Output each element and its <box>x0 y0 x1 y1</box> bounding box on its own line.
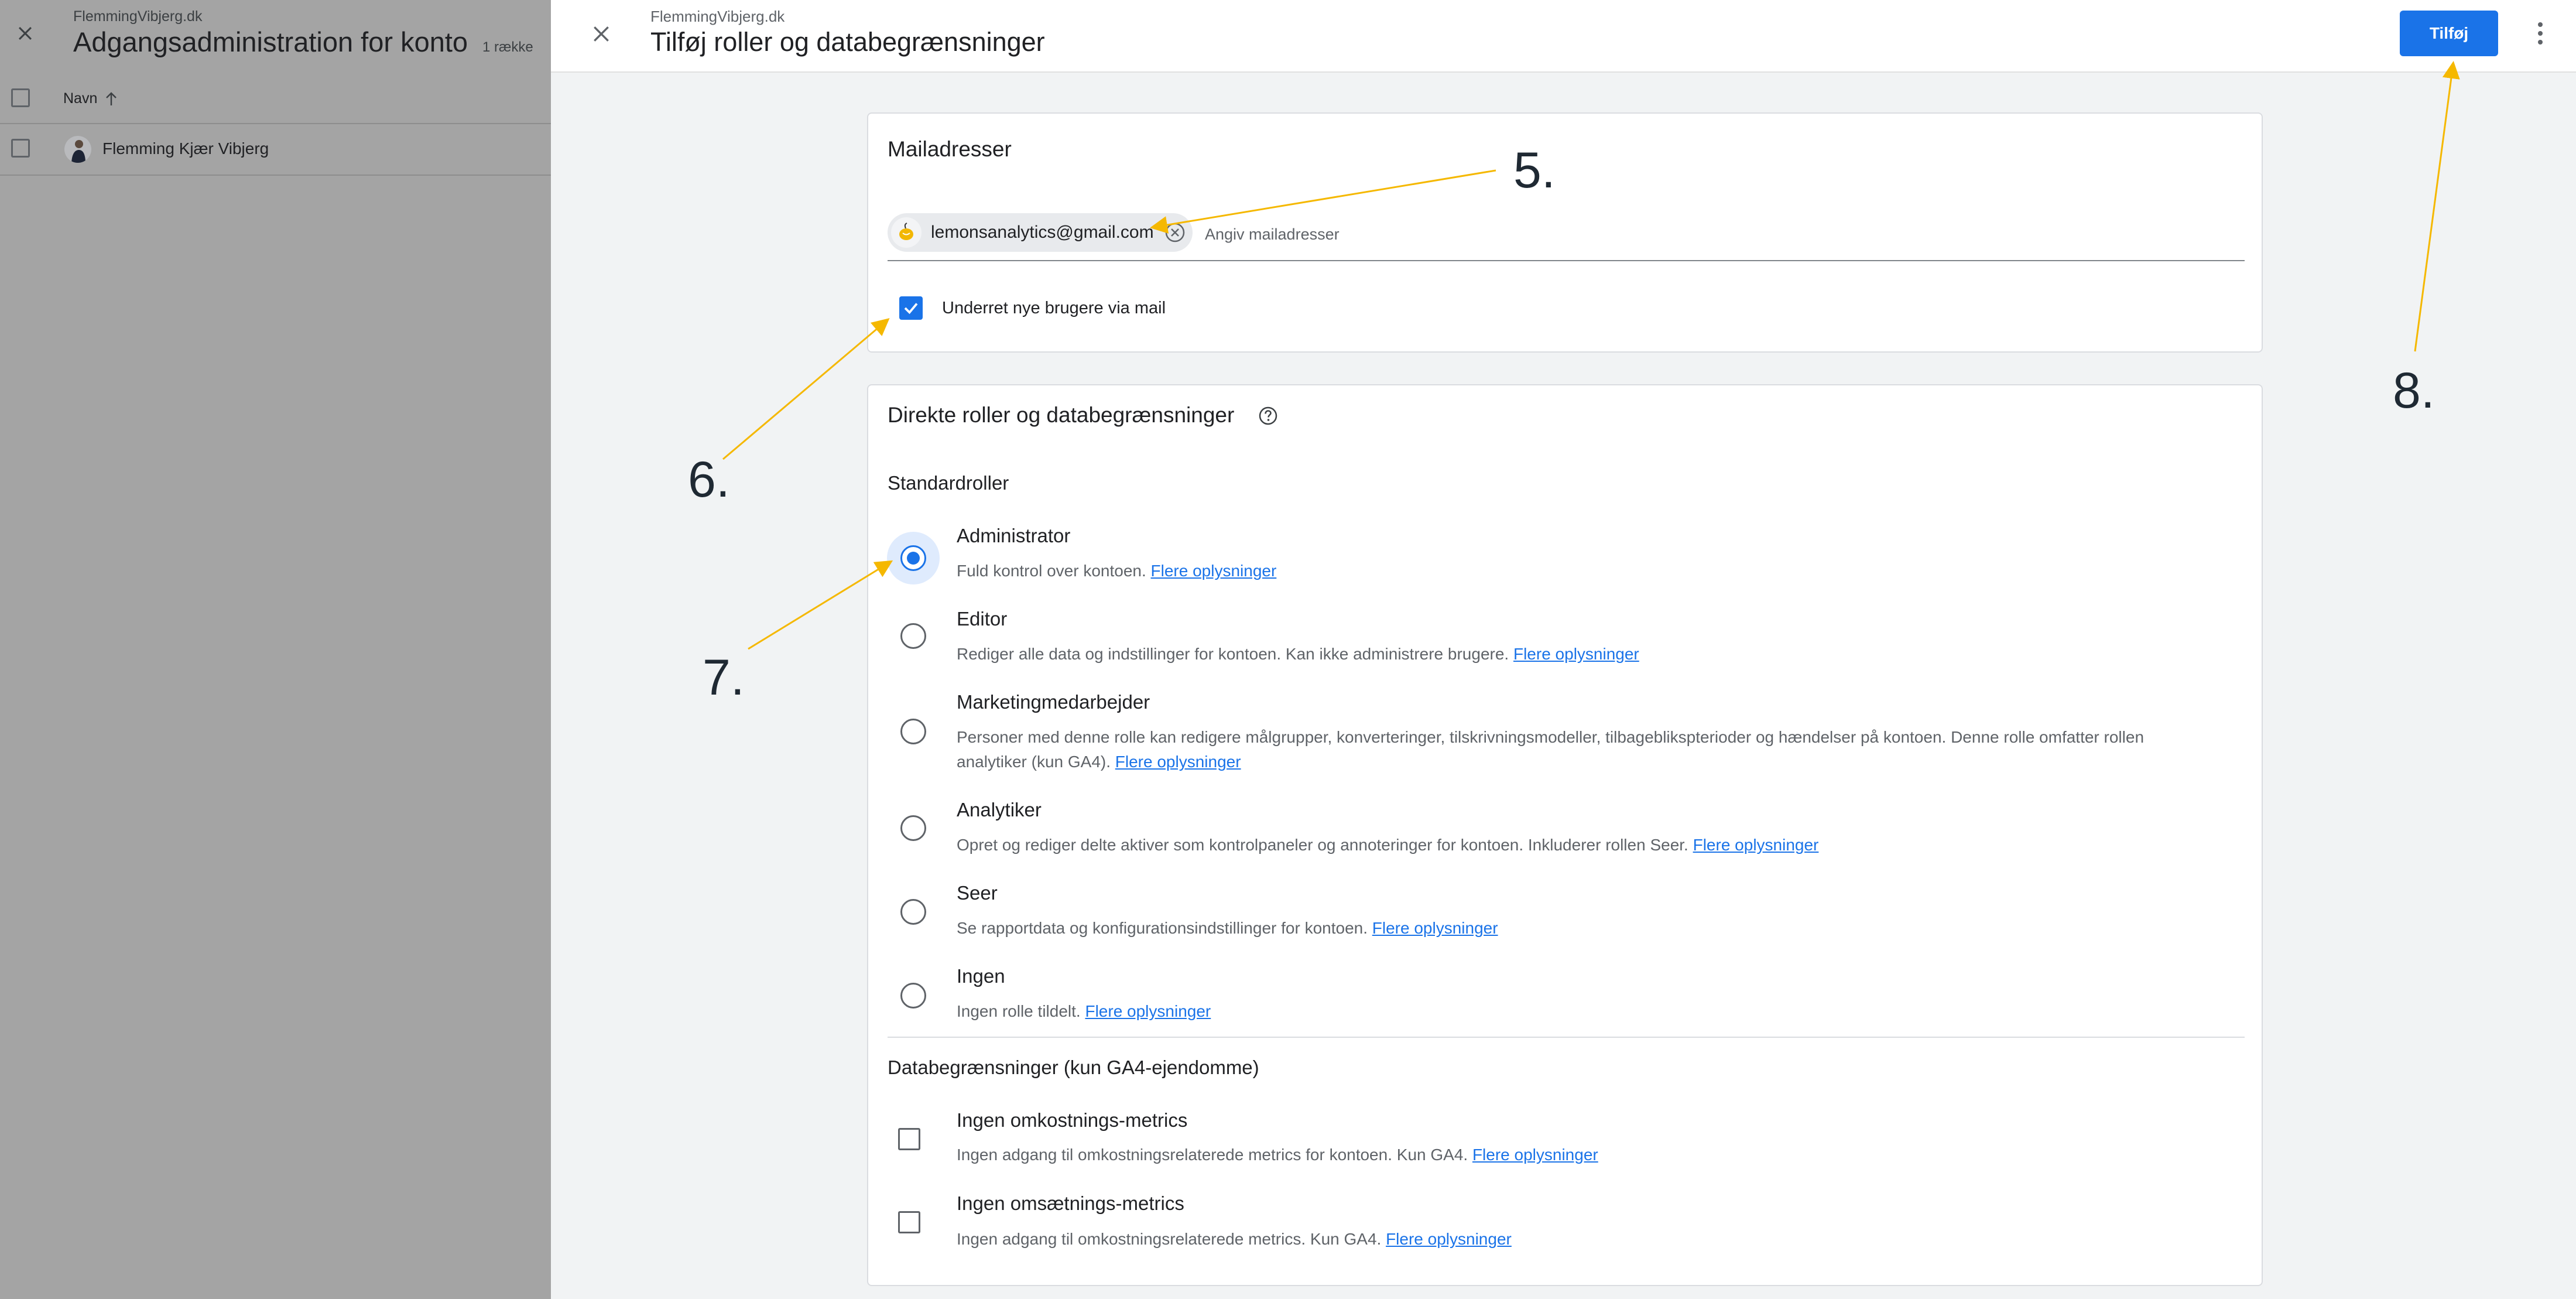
close-icon[interactable] <box>590 22 613 46</box>
radio-viewer[interactable] <box>900 899 926 925</box>
email-card: Mailadresser lemonsanalytics@gmail.com A… <box>867 112 2263 353</box>
no-cost-metrics-checkbox[interactable] <box>898 1128 920 1150</box>
notify-users-checkbox[interactable] <box>899 296 923 320</box>
background-page: FlemmingVibjerg.dk Adgangsadministration… <box>0 0 551 1299</box>
learn-more-link[interactable]: Flere oplysninger <box>1472 1146 1598 1164</box>
restriction-description-text: Ingen adgang til omkostningsrelaterede m… <box>957 1146 1468 1164</box>
restriction-description-text: Ingen adgang til omkostningsrelaterede m… <box>957 1230 1382 1248</box>
panel-title: Tilføj roller og databegrænsninger <box>650 27 1045 57</box>
page-title-text: Adgangsadministration for konto <box>73 26 468 57</box>
roles-section-title: Direkte roller og databegrænsninger <box>888 403 1235 427</box>
role-title-viewer: Seer <box>957 882 998 904</box>
role-description-text: Opret og rediger delte aktiver som kontr… <box>957 836 1688 854</box>
radio-marketer[interactable] <box>900 719 926 744</box>
learn-more-link[interactable]: Flere oplysninger <box>1115 753 1241 771</box>
learn-more-link[interactable]: Flere oplysninger <box>1151 562 1277 580</box>
check-icon <box>904 303 918 315</box>
account-name: FlemmingVibjerg.dk <box>650 8 785 25</box>
panel-header: FlemmingVibjerg.dk Tilføj roller og data… <box>551 0 2576 73</box>
role-description-text: Se rapportdata og konfigurationsindstill… <box>957 919 1368 937</box>
role-title-administrator: Administrator <box>957 525 1071 546</box>
select-all-checkbox[interactable] <box>11 88 30 107</box>
annotation-step-5: 5. <box>1513 142 1556 199</box>
more-vert-icon[interactable] <box>2533 19 2547 48</box>
row-checkbox[interactable] <box>11 139 30 158</box>
remove-chip-icon[interactable] <box>1163 221 1187 244</box>
learn-more-link[interactable]: Flere oplysninger <box>1693 836 1819 854</box>
restriction-title-cost: Ingen omkostnings-metrics <box>957 1109 1188 1131</box>
learn-more-link[interactable]: Flere oplysninger <box>1513 645 1639 663</box>
role-description-none: Ingen rolle tildelt. Flere oplysninger <box>957 999 2215 1024</box>
role-title-analyst: Analytiker <box>957 799 1042 821</box>
role-description-text: Rediger alle data og indstillinger for k… <box>957 645 1509 663</box>
column-header-label: Navn <box>63 90 98 107</box>
role-description-viewer: Se rapportdata og konfigurationsindstill… <box>957 916 2215 941</box>
role-title-editor: Editor <box>957 608 1008 630</box>
role-title-none: Ingen <box>957 965 1005 987</box>
email-chip[interactable]: lemonsanalytics@gmail.com <box>888 213 1193 252</box>
learn-more-link[interactable]: Flere oplysninger <box>1085 1002 1211 1020</box>
role-title-marketer: Marketingmedarbejder <box>957 691 1150 713</box>
restriction-title-revenue: Ingen omsætnings-metrics <box>957 1192 1184 1214</box>
email-section-title: Mailadresser <box>888 137 1012 161</box>
radio-analyst[interactable] <box>900 815 926 841</box>
role-description-administrator: Fuld kontrol over kontoen. Flere oplysni… <box>957 559 2215 583</box>
restriction-description-revenue: Ingen adgang til omkostningsrelaterede m… <box>957 1227 2215 1252</box>
user-name[interactable]: Flemming Kjær Vibjerg <box>102 139 269 158</box>
role-description-text: Fuld kontrol over kontoen. <box>957 562 1146 580</box>
role-description-analyst: Opret og rediger delte aktiver som kontr… <box>957 833 2215 857</box>
annotation-step-7: 7. <box>703 650 745 706</box>
no-revenue-metrics-checkbox[interactable] <box>898 1211 920 1233</box>
help-icon[interactable] <box>1258 405 1279 426</box>
restriction-description-cost: Ingen adgang til omkostningsrelaterede m… <box>957 1143 2215 1167</box>
radio-administrator[interactable] <box>900 545 926 571</box>
avatar <box>64 136 91 163</box>
input-underline <box>888 260 2245 261</box>
section-divider <box>888 1037 2245 1038</box>
annotation-step-6: 6. <box>688 452 730 508</box>
column-header-name[interactable]: Navn <box>63 90 118 107</box>
role-description-editor: Rediger alle data og indstillinger for k… <box>957 642 2215 666</box>
sort-ascending-icon <box>106 91 117 105</box>
email-chip-text: lemonsanalytics@gmail.com <box>931 223 1154 242</box>
annotation-step-8: 8. <box>2393 363 2435 419</box>
page-title: Adgangsadministration for konto <box>73 26 468 58</box>
add-roles-panel: FlemmingVibjerg.dk Tilføj roller og data… <box>551 0 2576 1299</box>
lemon-avatar-icon <box>891 217 922 248</box>
roles-card: Direkte roller og databegrænsninger Stan… <box>867 384 2263 1286</box>
role-description-marketer: Personer med denne rolle kan redigere må… <box>957 725 2215 774</box>
data-restrictions-title: Databegrænsninger (kun GA4-ejendomme) <box>888 1057 1259 1078</box>
radio-editor[interactable] <box>900 623 926 649</box>
add-button[interactable]: Tilføj <box>2400 11 2498 56</box>
notify-users-label: Underret nye brugere via mail <box>942 299 1166 317</box>
learn-more-link[interactable]: Flere oplysninger <box>1372 919 1498 937</box>
close-icon[interactable] <box>15 23 35 43</box>
role-description-text: Ingen rolle tildelt. <box>957 1002 1081 1020</box>
row-count: 1 række <box>482 39 533 55</box>
email-input[interactable] <box>1205 223 1907 246</box>
account-name: FlemmingVibjerg.dk <box>73 8 203 25</box>
radio-none[interactable] <box>900 983 926 1009</box>
standard-roles-title: Standardroller <box>888 472 1009 494</box>
learn-more-link[interactable]: Flere oplysninger <box>1386 1230 1512 1248</box>
